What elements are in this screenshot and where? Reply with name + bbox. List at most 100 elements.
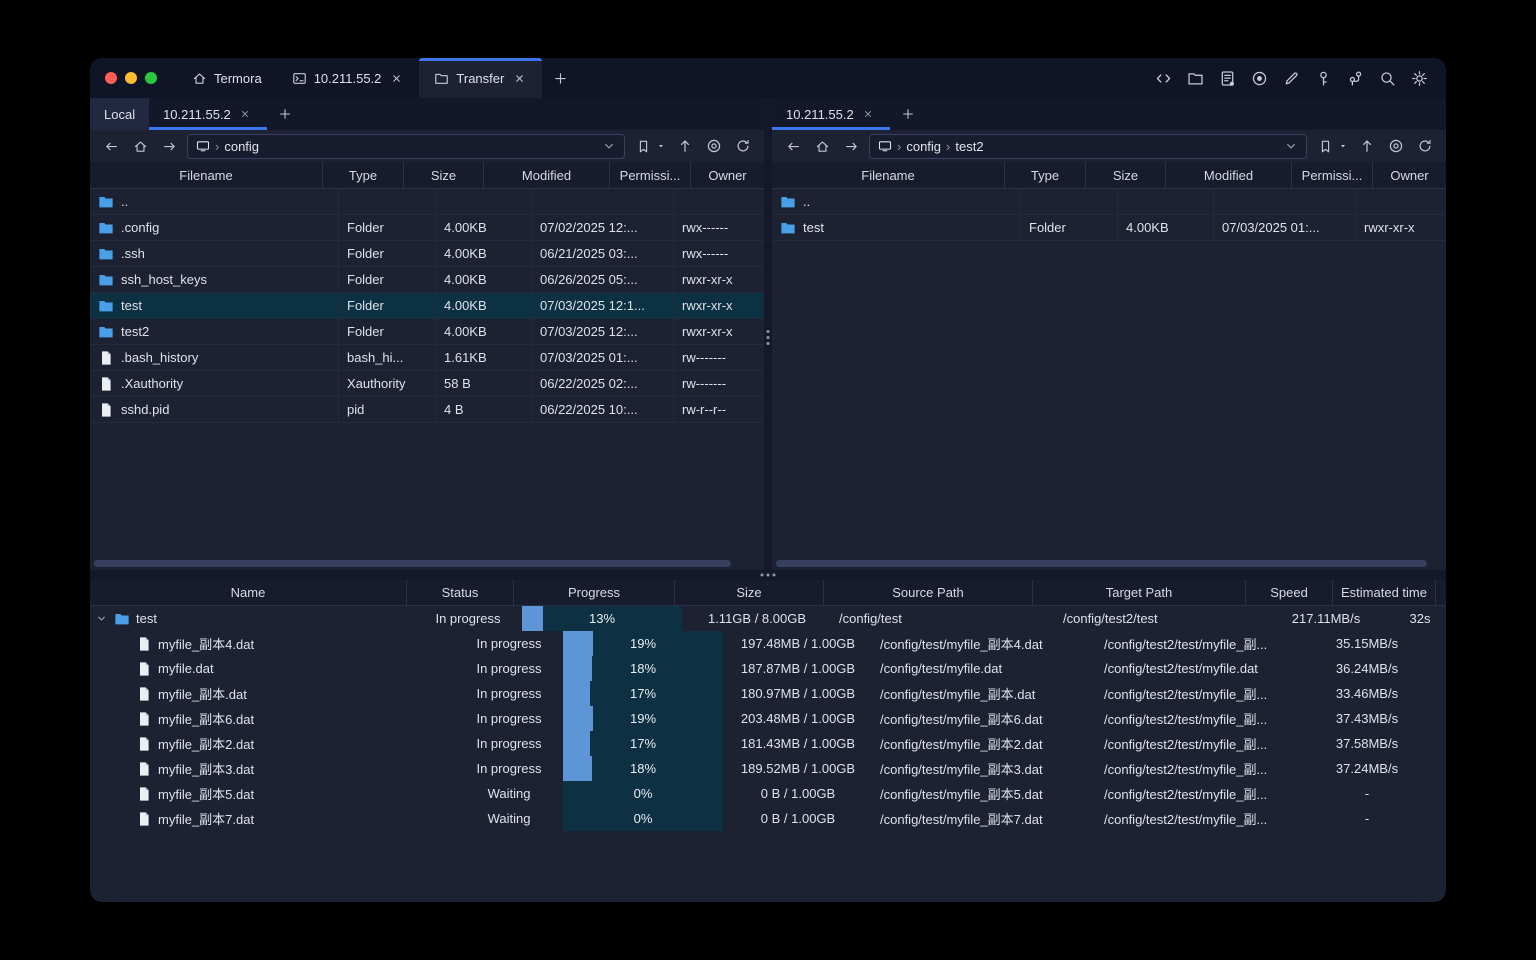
column-header-modified[interactable]: Modified <box>1166 162 1292 188</box>
file-row[interactable]: .. <box>772 189 1446 215</box>
column-header-type[interactable]: Type <box>323 162 404 188</box>
horizontal-scrollbar[interactable] <box>776 560 1440 567</box>
file-row[interactable]: .config Folder 4.00KB 07/02/2025 12:... rwx-… <box>90 215 764 241</box>
file-row[interactable]: .ssh Folder 4.00KB 06/21/2025 03:... rwx----… <box>90 241 764 267</box>
file-row[interactable]: test2 Folder 4.00KB 07/03/2025 12:... rwxr-x… <box>90 319 764 345</box>
column-header-progress[interactable]: Progress <box>514 580 675 605</box>
breadcrumb-segment[interactable]: config <box>906 139 941 154</box>
new-session-tab-button[interactable] <box>890 98 926 130</box>
settings-button[interactable] <box>1406 65 1432 91</box>
file-row[interactable]: test Folder 4.00KB 07/03/2025 01:... rwxr-xr… <box>772 215 1446 241</box>
new-window-tab-button[interactable] <box>542 58 578 98</box>
parent-directory-button[interactable] <box>674 135 696 157</box>
forward-button[interactable] <box>158 135 180 157</box>
path-breadcrumb-field[interactable]: › config <box>187 133 625 159</box>
transfer-row[interactable]: myfile_副本5.dat Waiting 0% 0 B / 1.00GB/conf… <box>90 781 1446 806</box>
column-header-size[interactable]: Size <box>1086 162 1166 188</box>
path-dropdown-chevron-icon[interactable] <box>602 139 616 153</box>
size-cell <box>436 189 532 214</box>
bookmark-button[interactable] <box>632 135 654 157</box>
expand-chevron-icon[interactable] <box>95 612 108 625</box>
file-row[interactable]: .Xauthority Xauthority 58 B 06/22/2025 02:.… <box>90 371 764 397</box>
column-header-name[interactable]: Name <box>90 580 407 605</box>
bookmark-button[interactable] <box>1314 135 1336 157</box>
minimize-window-button[interactable] <box>125 72 137 84</box>
column-header-owner[interactable]: Owner <box>691 162 764 188</box>
refresh-button[interactable] <box>1414 135 1436 157</box>
transfer-row[interactable]: myfile_副本2.dat In progress 17% 181.43MB / 1… <box>90 731 1446 756</box>
close-tab-icon[interactable] <box>511 70 527 86</box>
column-header-source-path[interactable]: Source Path <box>824 580 1033 605</box>
column-header-size[interactable]: Size <box>675 580 824 605</box>
file-row[interactable]: .bash_history bash_hi... 1.61KB 07/03/2025 … <box>90 345 764 371</box>
keychain-button[interactable] <box>1342 65 1368 91</box>
transfer-row[interactable]: myfile_副本.dat In progress 17% 180.97MB / 1.… <box>90 681 1446 706</box>
close-tab-icon[interactable] <box>237 106 253 122</box>
log-button[interactable] <box>1214 65 1240 91</box>
bookmark-dropdown-button[interactable] <box>655 135 667 157</box>
window-tab-termora[interactable]: Termora <box>177 58 277 98</box>
parent-directory-button[interactable] <box>1356 135 1378 157</box>
vertical-splitter[interactable] <box>764 98 772 570</box>
back-button[interactable] <box>782 135 804 157</box>
close-window-button[interactable] <box>105 72 117 84</box>
file-row[interactable]: test Folder 4.00KB 07/03/2025 12:1... rwxr-x… <box>90 293 764 319</box>
path-dropdown-chevron-icon[interactable] <box>1284 139 1298 153</box>
back-button[interactable] <box>100 135 122 157</box>
session-tab-10-211-55-2[interactable]: 10.211.55.2 <box>772 98 890 130</box>
transfer-row[interactable]: myfile.dat In progress 18% 187.87MB / 1.00G… <box>90 656 1446 681</box>
status-cell: Waiting <box>487 811 531 826</box>
folders-button[interactable] <box>1182 65 1208 91</box>
search-button[interactable] <box>1374 65 1400 91</box>
file-row[interactable]: sshd.pid pid 4 B 06/22/2025 10:... rw-r--r-- <box>90 397 764 423</box>
permissions-cell: rw-r--r-- <box>674 397 764 422</box>
path-breadcrumb-field[interactable]: › config › test2 <box>869 133 1307 159</box>
new-session-tab-button[interactable] <box>267 98 303 130</box>
breadcrumb-segment[interactable]: config <box>224 139 259 154</box>
horizontal-splitter[interactable] <box>90 570 1446 580</box>
column-header-estimated-time[interactable]: Estimated time <box>1333 580 1436 605</box>
transfer-row[interactable]: myfile_副本6.dat In progress 19% 203.48MB / 1… <box>90 706 1446 731</box>
zoom-window-button[interactable] <box>145 72 157 84</box>
column-header-filename[interactable]: Filename <box>90 162 323 188</box>
file-row[interactable]: .. <box>90 189 764 215</box>
window-tab-transfer[interactable]: Transfer <box>419 58 543 98</box>
home-button[interactable] <box>811 135 833 157</box>
column-header-status[interactable]: Status <box>407 580 514 605</box>
breadcrumb-segment[interactable]: test2 <box>955 139 983 154</box>
column-header-permissi[interactable]: Permissi... <box>1292 162 1373 188</box>
macro-record-button[interactable] <box>1246 65 1272 91</box>
session-tab-10-211-55-2[interactable]: 10.211.55.2 <box>149 98 267 130</box>
file-row[interactable]: ssh_host_keys Folder 4.00KB 06/26/2025 05:.… <box>90 267 764 293</box>
progress-track: 19% <box>563 631 723 656</box>
scrollbar-thumb[interactable] <box>776 560 1427 567</box>
window-tab-10-211-55-2[interactable]: 10.211.55.2 <box>277 58 420 98</box>
column-header-target-path[interactable]: Target Path <box>1033 580 1246 605</box>
show-hidden-files-button[interactable] <box>1385 135 1407 157</box>
transfer-row[interactable]: test In progress 13% 1.11GB / 8.00GB/config… <box>90 606 1446 631</box>
column-header-type[interactable]: Type <box>1005 162 1086 188</box>
session-tab-local[interactable]: Local <box>90 98 150 130</box>
horizontal-scrollbar[interactable] <box>94 560 758 567</box>
bookmark-dropdown-button[interactable] <box>1337 135 1349 157</box>
column-header-permissi[interactable]: Permissi... <box>610 162 691 188</box>
column-header-modified[interactable]: Modified <box>484 162 610 188</box>
close-tab-icon[interactable] <box>860 106 876 122</box>
transfer-row[interactable]: myfile_副本4.dat In progress 19% 197.48MB / 1… <box>90 631 1446 656</box>
key-button[interactable] <box>1310 65 1336 91</box>
close-tab-icon[interactable] <box>388 70 404 86</box>
column-header-filename[interactable]: Filename <box>772 162 1005 188</box>
forward-button[interactable] <box>840 135 862 157</box>
code-button[interactable] <box>1150 65 1176 91</box>
edit-button[interactable] <box>1278 65 1304 91</box>
column-header-owner[interactable]: Owner <box>1373 162 1446 188</box>
home-button[interactable] <box>129 135 151 157</box>
scrollbar-thumb[interactable] <box>94 560 732 567</box>
transfer-row[interactable]: myfile_副本3.dat In progress 18% 189.52MB / 1… <box>90 756 1446 781</box>
transfer-name-cell: myfile_副本4.dat <box>90 631 456 656</box>
refresh-button[interactable] <box>732 135 754 157</box>
show-hidden-files-button[interactable] <box>703 135 725 157</box>
column-header-size[interactable]: Size <box>404 162 484 188</box>
transfer-row[interactable]: myfile_副本7.dat Waiting 0% 0 B / 1.00GB/conf… <box>90 806 1446 831</box>
column-header-speed[interactable]: Speed <box>1246 580 1333 605</box>
